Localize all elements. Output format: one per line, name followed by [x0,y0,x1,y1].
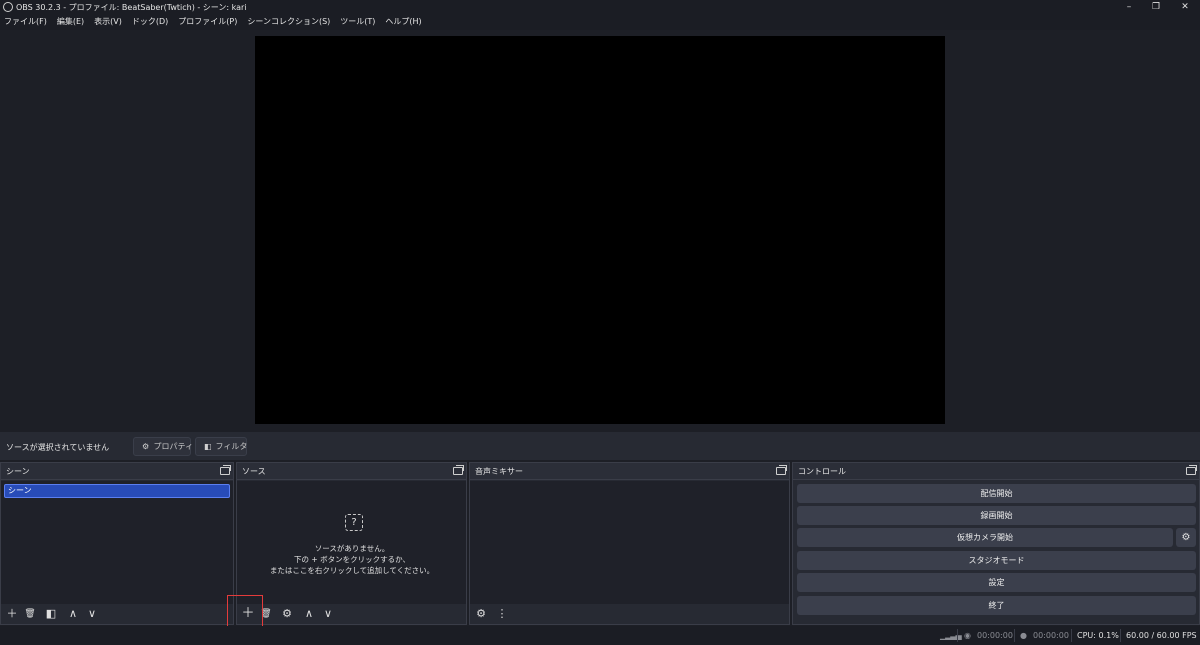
audio-mixer-footer: ⚙ ⋮ [470,604,789,624]
no-source-selected-label: ソースが選択されていません [6,443,110,452]
status-divider [1120,629,1121,642]
status-divider [1014,629,1015,642]
scene-list-item[interactable]: シーン [4,484,230,498]
undock-icon[interactable] [453,465,464,475]
more-options-icon[interactable]: ⋮ [495,607,509,621]
scenes-list[interactable]: シーン [1,481,233,606]
controls-dock-title: コントロール [798,467,846,476]
move-scene-up-icon[interactable]: ∧ [66,607,80,621]
sources-dock: ソース ? ソースがありません。 下の + ボタンをクリックするか、 またはここ… [236,462,467,625]
record-time: 00:00:00 [1033,631,1069,640]
menu-bar: ファイル(F) 編集(E) 表示(V) ドック(D) プロファイル(P) シーン… [0,14,1200,30]
minimize-button[interactable]: – [1114,0,1144,14]
undock-icon[interactable] [220,465,231,475]
record-status-icon: ● [1020,631,1027,640]
menu-docks[interactable]: ドック(D) [132,14,168,30]
menu-scene-collection[interactable]: シーンコレクション(S) [247,14,330,30]
scenes-dock-header: シーン [1,463,233,480]
properties-button[interactable]: ⚙ プロパティ [133,437,194,456]
menu-profile[interactable]: プロファイル(P) [178,14,237,30]
filters-label: フィルタ [215,442,248,451]
scenes-dock-title: シーン [6,467,30,476]
sources-list[interactable]: ? ソースがありません。 下の + ボタンをクリックするか、 またはここを右クリ… [237,481,466,606]
status-divider [1071,629,1072,642]
obs-logo-icon [3,2,13,12]
controls-dock-header: コントロール [793,463,1199,480]
empty-sources-line-2: 下の + ボタンをクリックするか、 [294,555,410,564]
gear-icon: ⚙ [142,442,150,451]
audio-mixer-area[interactable] [470,481,789,606]
source-properties-gear-icon[interactable]: ⚙ [280,607,294,621]
audio-mixer-dock-title: 音声ミキサー [475,467,523,476]
scenes-footer: ＋ 🗑 ◧ ∧ ∨ [1,604,233,624]
scenes-dock: シーン シーン ＋ 🗑 ◧ ∧ ∨ [0,462,234,625]
menu-file[interactable]: ファイル(F) [4,14,47,30]
move-source-down-icon[interactable]: ∨ [321,607,335,621]
empty-sources-line-1: ソースがありません。 [314,544,390,553]
sources-dock-header: ソース [237,463,466,480]
exit-button[interactable]: 終了 [797,596,1196,615]
filters-button[interactable]: ◧ フィルタ [195,437,247,456]
menu-edit[interactable]: 編集(E) [57,14,84,30]
sources-footer: ＋ 🗑 ⚙ ∧ ∨ [237,604,466,624]
start-virtual-camera-button[interactable]: 仮想カメラ開始 [797,528,1173,547]
status-divider [957,629,958,642]
move-scene-down-icon[interactable]: ∨ [85,607,99,621]
empty-sources-line-3: またはここを右クリックして追加してください。 [269,566,435,575]
properties-label: プロパティ [153,442,194,451]
start-streaming-button[interactable]: 配信開始 [797,484,1196,503]
close-button[interactable]: ✕ [1170,0,1200,14]
preview-canvas[interactable] [255,36,945,424]
virtual-camera-gear-icon[interactable]: ⚙ [1176,528,1196,547]
settings-button[interactable]: 設定 [797,573,1196,592]
undock-icon[interactable] [776,465,787,475]
advanced-audio-gear-icon[interactable]: ⚙ [474,607,488,621]
menu-view[interactable]: 表示(V) [94,14,122,30]
menu-help[interactable]: ヘルプ(H) [385,14,421,30]
filter-icon: ◧ [204,442,212,451]
audio-mixer-dock: 音声ミキサー ⚙ ⋮ [469,462,790,625]
cpu-usage: CPU: 0.1% [1077,631,1119,640]
fps-indicator: 60.00 / 60.00 FPS [1126,631,1197,640]
add-scene-icon[interactable]: ＋ [5,607,19,621]
controls-dock: コントロール 配信開始 録画開始 仮想カメラ開始 ⚙ スタジオモード 設定 終了 [792,462,1200,625]
stream-status-icon: ◉ [964,631,971,640]
audio-mixer-dock-header: 音声ミキサー [470,463,789,480]
question-icon: ? [345,514,363,531]
sources-dock-title: ソース [242,467,266,476]
scene-filters-icon[interactable]: ◧ [44,607,58,621]
undock-icon[interactable] [1186,465,1197,475]
start-recording-button[interactable]: 録画開始 [797,506,1196,525]
remove-scene-icon[interactable]: 🗑 [23,607,37,621]
window-title: OBS 30.2.3 - プロファイル: BeatSaber(Twtich) -… [16,3,247,12]
move-source-up-icon[interactable]: ∧ [302,607,316,621]
studio-mode-button[interactable]: スタジオモード [797,551,1196,570]
menu-tools[interactable]: ツール(T) [340,14,375,30]
restore-button[interactable]: ❐ [1141,0,1171,14]
stream-time: 00:00:00 [977,631,1013,640]
